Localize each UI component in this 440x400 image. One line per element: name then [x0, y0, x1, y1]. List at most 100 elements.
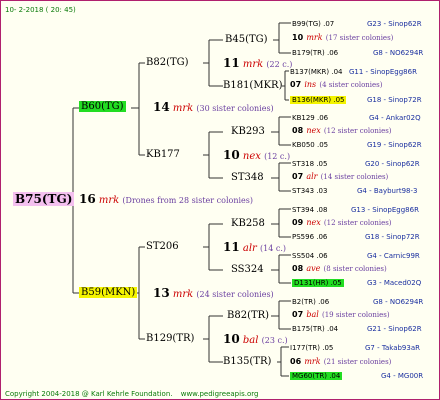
gen3-queen-6[interactable]: B82(TR) — [227, 310, 269, 322]
gen1-mark-1: mrk — [172, 289, 194, 300]
gen4-bottom-code-2: G19 - Sinop62R — [367, 141, 422, 149]
gen4-note-4: (12 sister colonies) — [323, 219, 392, 227]
gen4-bottom-0[interactable]: B179(TR) .06 — [292, 47, 338, 59]
gen2-drones-3: 10 bal (23 c.) — [223, 333, 288, 347]
gen3-queen-2[interactable]: KB293 — [231, 126, 265, 138]
gen4-bottom-code-4: G18 - Sinop72R — [365, 233, 420, 241]
root-count: 16 — [79, 192, 96, 206]
footer-site-link[interactable]: www.pedigreeapis.org — [181, 390, 259, 398]
gen4-top-4[interactable]: ST394 .08 — [292, 204, 327, 216]
gen4-bottom-code-0: G8 - NO6294R — [373, 49, 424, 57]
gen2-drones-1: 10 nex (12 c.) — [223, 149, 290, 163]
footer: Copyright 2004-2018 @ Karl Kehrle Founda… — [5, 388, 259, 399]
gen4-drones-3: 07 alr (14 sister colonies) — [292, 171, 388, 183]
gen2-count-0: 11 — [223, 56, 240, 70]
gen3-queen-0[interactable]: B45(TG) — [225, 34, 268, 46]
gen4-count-1: 07 — [290, 80, 302, 89]
gen1-label-1: B59(MKN) — [79, 287, 138, 298]
root-mark: mrk — [98, 195, 120, 206]
gen4-bottom-code-5: G3 - Maced02Q — [367, 279, 422, 287]
gen2-drones-0: 11 mrk (22 c.) — [223, 57, 292, 71]
gen4-note-7: (21 sister colonies) — [323, 358, 392, 366]
gen4-count-4: 09 — [292, 218, 304, 227]
gen4-top-3[interactable]: ST318 .05 — [292, 158, 327, 170]
gen4-bottom-code-6: G21 - Sinop62R — [367, 325, 422, 333]
gen4-mark-5: ave — [306, 264, 321, 273]
gen4-top-6[interactable]: B2(TR) .06 — [292, 296, 329, 308]
gen4-count-3: 07 — [292, 172, 304, 181]
gen2-note-0: (22 c.) — [266, 60, 293, 69]
root-note: (Drones from 28 sister colonies) — [122, 196, 253, 205]
gen4-bottom-code-7: G4 - MG00R — [381, 372, 424, 380]
gen4-bottom-7-label: MG60(TR) .04 — [290, 372, 343, 380]
gen2-count-3: 10 — [223, 332, 240, 346]
gen4-mark-6: bal — [306, 310, 319, 319]
gen2-drones-2: 11 alr (14 c.) — [223, 241, 286, 255]
gen4-top-code-7: G7 - Takab93aR — [365, 344, 420, 352]
gen4-top-2[interactable]: KB129 .06 — [292, 112, 328, 124]
gen4-bottom-6[interactable]: B175(TR) .04 — [292, 323, 338, 335]
gen2-count-1: 10 — [223, 148, 240, 162]
gen3-queen-5[interactable]: SS324 — [231, 264, 264, 276]
gen4-bottom-2[interactable]: KB050 .05 — [292, 139, 328, 151]
gen2-note-2: (14 c.) — [260, 244, 287, 253]
gen4-mark-3: alr — [306, 172, 318, 181]
gen1-note-0: (30 sister colonies) — [196, 104, 274, 113]
gen4-note-2: (12 sister colonies) — [323, 127, 392, 135]
gen4-bottom-3[interactable]: ST343 .03 — [292, 185, 327, 197]
gen2-queen-3[interactable]: B129(TR) — [146, 333, 194, 345]
gen4-count-7: 06 — [290, 357, 302, 366]
gen2-queen-0[interactable]: B82(TG) — [146, 57, 189, 69]
gen1-note-1: (24 sister colonies) — [196, 290, 274, 299]
gen4-top-5[interactable]: SS504 .06 — [292, 250, 328, 262]
gen4-mark-1: ins — [304, 80, 317, 89]
gen3-queen-7[interactable]: B135(TR) — [223, 356, 271, 368]
root-queen[interactable]: B75(TG) — [13, 192, 75, 206]
gen4-drones-1: 07 ins (4 sister colonies) — [290, 79, 383, 91]
gen4-top-0[interactable]: B99(TG) .07 — [292, 18, 334, 30]
gen4-drones-7: 06 mrk (21 sister colonies) — [290, 356, 391, 368]
gen4-bottom-code-3: G4 - Bayburt98-3 — [357, 187, 418, 195]
gen4-note-3: (14 sister colonies) — [320, 173, 389, 181]
header-date: 10- 2-2018 ( 20: 45) — [5, 6, 76, 14]
footer-copyright: Copyright 2004-2018 @ Karl Kehrle Founda… — [5, 390, 173, 398]
gen2-mark-1: nex — [242, 151, 261, 162]
gen4-drones-4: 09 nex (12 sister colonies) — [292, 217, 392, 229]
gen2-queen-2[interactable]: ST206 — [146, 241, 179, 253]
gen3-queen-4[interactable]: KB258 — [231, 218, 265, 230]
gen4-count-6: 07 — [292, 310, 304, 319]
gen4-count-2: 08 — [292, 126, 304, 135]
gen4-drones-5: 08 ave (8 sister colonies) — [292, 263, 387, 275]
gen4-top-code-5: G4 - Carnic99R — [367, 252, 420, 260]
gen1-queen-1[interactable]: B59(MKN) — [79, 287, 138, 299]
gen4-top-7[interactable]: I177(TR) .05 — [290, 342, 333, 354]
gen2-note-3: (23 c.) — [261, 336, 288, 345]
gen4-mark-7: mrk — [304, 357, 321, 366]
gen4-mark-2: nex — [306, 126, 321, 135]
gen2-mark-2: alr — [242, 243, 257, 254]
gen4-bottom-4[interactable]: PS596 .06 — [292, 231, 327, 243]
gen4-bottom-1-label: B136(MKR) .05 — [290, 96, 347, 104]
gen4-top-code-6: G8 - NO6294R — [373, 298, 424, 306]
gen2-queen-1[interactable]: KB177 — [146, 149, 180, 161]
gen4-top-code-2: G4 - Ankar02Q — [369, 114, 421, 122]
gen4-top-code-0: G23 - Sinop62R — [367, 20, 422, 28]
gen1-drones-0: 14 mrk (30 sister colonies) — [153, 101, 274, 115]
gen4-bottom-1[interactable]: B136(MKR) .05 — [290, 94, 347, 106]
gen3-queen-3[interactable]: ST348 — [231, 172, 264, 184]
gen1-queen-0[interactable]: B60(TG) — [79, 101, 126, 113]
gen4-bottom-5[interactable]: D131(HR) .05 — [292, 277, 344, 289]
root-drones: 16 mrk (Drones from 28 sister colonies) — [79, 193, 253, 207]
gen4-bottom-5-label: D131(HR) .05 — [292, 279, 344, 287]
gen4-mark-4: nex — [306, 218, 321, 227]
gen4-note-6: (19 sister colonies) — [321, 311, 390, 319]
gen3-queen-1[interactable]: B181(MKR) — [223, 80, 282, 92]
gen4-drones-0: 10 mrk (17 sister colonies) — [292, 32, 393, 44]
gen1-drones-1: 13 mrk (24 sister colonies) — [153, 287, 274, 301]
gen4-note-1: (4 sister colonies) — [319, 81, 383, 89]
gen4-note-0: (17 sister colonies) — [325, 34, 394, 42]
gen1-mark-0: mrk — [172, 103, 194, 114]
gen4-bottom-7[interactable]: MG60(TR) .04 — [290, 370, 343, 382]
gen4-top-1[interactable]: B137(MKR) .04 — [290, 66, 342, 78]
gen2-mark-0: mrk — [242, 59, 264, 70]
